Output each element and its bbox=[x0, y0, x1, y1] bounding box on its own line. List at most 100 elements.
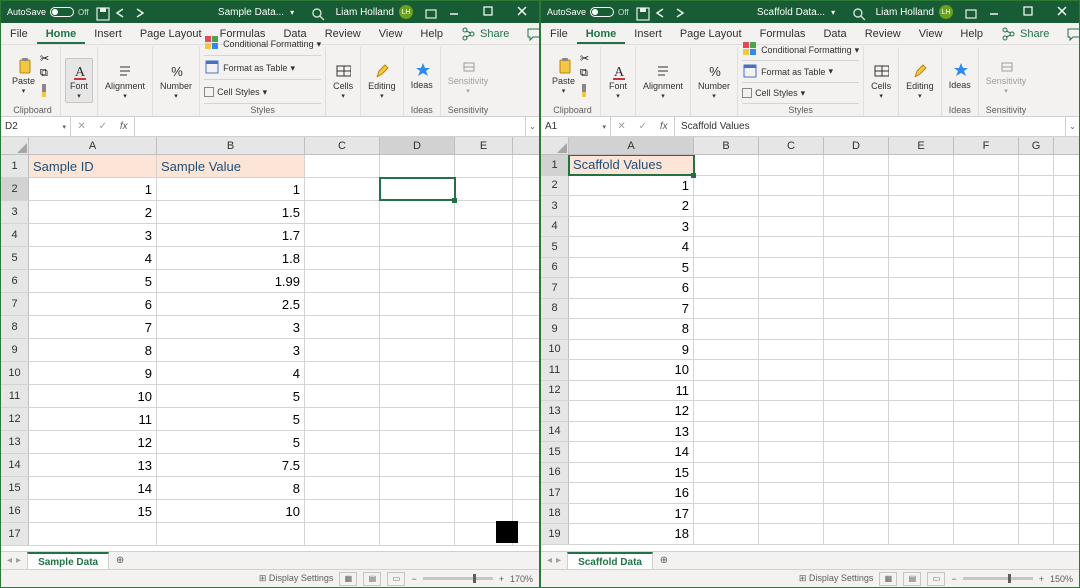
column-header-A[interactable]: A bbox=[29, 137, 157, 154]
cell-D7[interactable] bbox=[380, 293, 455, 315]
number-button[interactable]: %Number▾ bbox=[157, 59, 195, 103]
cell-E10[interactable] bbox=[889, 340, 954, 360]
cell-E5[interactable] bbox=[455, 247, 513, 269]
cell-C15[interactable] bbox=[305, 477, 380, 499]
normal-view-button[interactable]: ▦ bbox=[879, 572, 897, 586]
row-header-4[interactable]: 4 bbox=[541, 217, 569, 237]
cell-F4[interactable] bbox=[954, 217, 1019, 237]
cell-C9[interactable] bbox=[759, 319, 824, 339]
cell-E2[interactable] bbox=[455, 178, 513, 200]
ribbon-tab-help[interactable]: Help bbox=[951, 23, 992, 44]
sheet-tab-active[interactable]: Scaffold Data bbox=[567, 552, 653, 570]
cell-A1[interactable]: Scaffold Values bbox=[569, 155, 694, 175]
cell-A9[interactable]: 8 bbox=[569, 319, 694, 339]
cell-F5[interactable] bbox=[954, 237, 1019, 257]
cell-G13[interactable] bbox=[1019, 401, 1054, 421]
cell-A9[interactable]: 8 bbox=[29, 339, 157, 361]
zoom-slider[interactable] bbox=[423, 577, 493, 580]
row-header-16[interactable]: 16 bbox=[1, 500, 29, 522]
cell-C6[interactable] bbox=[305, 270, 380, 292]
sheet-nav-prev-icon[interactable]: ◂ bbox=[7, 555, 12, 566]
cell-C17[interactable] bbox=[759, 483, 824, 503]
cell-D19[interactable] bbox=[824, 524, 889, 544]
column-header-B[interactable]: B bbox=[157, 137, 305, 154]
cell-D6[interactable] bbox=[824, 258, 889, 278]
row-header-6[interactable]: 6 bbox=[1, 270, 29, 292]
cell-B15[interactable]: 8 bbox=[157, 477, 305, 499]
cell-G6[interactable] bbox=[1019, 258, 1054, 278]
row-header-16[interactable]: 16 bbox=[541, 463, 569, 483]
name-box[interactable]: D2▾ bbox=[1, 117, 71, 136]
row-header-19[interactable]: 19 bbox=[541, 524, 569, 544]
cell-D1[interactable] bbox=[824, 155, 889, 175]
cell-G12[interactable] bbox=[1019, 381, 1054, 401]
cell-A4[interactable]: 3 bbox=[569, 217, 694, 237]
zoom-level[interactable]: 150% bbox=[1050, 574, 1073, 584]
editing-button[interactable]: Editing▾ bbox=[903, 59, 937, 103]
add-sheet-button[interactable]: ⊕ bbox=[655, 552, 673, 570]
cells-button[interactable]: Cells▾ bbox=[330, 59, 356, 103]
cell-B3[interactable]: 1.5 bbox=[157, 201, 305, 223]
cell-D12[interactable] bbox=[380, 408, 455, 430]
copy-icon[interactable]: ⧉ bbox=[40, 67, 56, 80]
row-header-10[interactable]: 10 bbox=[1, 362, 29, 384]
row-header-6[interactable]: 6 bbox=[541, 258, 569, 278]
row-header-14[interactable]: 14 bbox=[541, 422, 569, 442]
cell-D9[interactable] bbox=[824, 319, 889, 339]
ideas-button[interactable]: Ideas bbox=[408, 58, 436, 93]
cell-E6[interactable] bbox=[455, 270, 513, 292]
cell-E15[interactable] bbox=[455, 477, 513, 499]
cell-B11[interactable]: 5 bbox=[157, 385, 305, 407]
cell-D5[interactable] bbox=[380, 247, 455, 269]
cell-D4[interactable] bbox=[824, 217, 889, 237]
row-header-4[interactable]: 4 bbox=[1, 224, 29, 246]
format-as-table-button[interactable]: Format as Table▾ bbox=[204, 57, 321, 80]
zoom-in-button[interactable]: + bbox=[499, 574, 504, 584]
column-header-A[interactable]: A bbox=[569, 137, 694, 154]
cell-E19[interactable] bbox=[889, 524, 954, 544]
cell-E18[interactable] bbox=[889, 504, 954, 524]
select-all-corner[interactable] bbox=[1, 137, 29, 154]
cell-F15[interactable] bbox=[954, 442, 1019, 462]
cell-A6[interactable]: 5 bbox=[29, 270, 157, 292]
cell-B12[interactable] bbox=[694, 381, 759, 401]
cell-C6[interactable] bbox=[759, 258, 824, 278]
cell-G7[interactable] bbox=[1019, 278, 1054, 298]
cell-A17[interactable]: 16 bbox=[569, 483, 694, 503]
enter-formula-icon[interactable]: ✓ bbox=[99, 121, 107, 132]
cell-B16[interactable] bbox=[694, 463, 759, 483]
cell-B7[interactable] bbox=[694, 278, 759, 298]
cell-F7[interactable] bbox=[954, 278, 1019, 298]
cell-D11[interactable] bbox=[380, 385, 455, 407]
cell-A10[interactable]: 9 bbox=[29, 362, 157, 384]
cell-E9[interactable] bbox=[889, 319, 954, 339]
sheet-nav-prev-icon[interactable]: ◂ bbox=[547, 555, 552, 566]
row-header-13[interactable]: 13 bbox=[1, 431, 29, 453]
ribbon-display-icon[interactable] bbox=[423, 6, 435, 18]
ribbon-tab-review[interactable]: Review bbox=[316, 23, 370, 44]
cell-D3[interactable] bbox=[824, 196, 889, 216]
cell-E16[interactable] bbox=[889, 463, 954, 483]
cell-F17[interactable] bbox=[954, 483, 1019, 503]
cell-C10[interactable] bbox=[305, 362, 380, 384]
cell-C1[interactable] bbox=[759, 155, 824, 175]
name-box[interactable]: A1▾ bbox=[541, 117, 611, 136]
cell-C3[interactable] bbox=[305, 201, 380, 223]
cell-A8[interactable]: 7 bbox=[569, 299, 694, 319]
cells-button[interactable]: Cells▾ bbox=[868, 59, 894, 103]
cell-C8[interactable] bbox=[305, 316, 380, 338]
cell-B18[interactable] bbox=[694, 504, 759, 524]
cell-D9[interactable] bbox=[380, 339, 455, 361]
cell-F14[interactable] bbox=[954, 422, 1019, 442]
display-settings-button[interactable]: ⊞ Display Settings bbox=[799, 573, 874, 584]
redo-icon[interactable] bbox=[671, 6, 683, 18]
add-sheet-button[interactable]: ⊕ bbox=[111, 552, 129, 570]
cell-E15[interactable] bbox=[889, 442, 954, 462]
editing-button[interactable]: Editing▾ bbox=[365, 59, 399, 103]
cell-D2[interactable] bbox=[380, 178, 455, 200]
cell-C1[interactable] bbox=[305, 155, 380, 177]
cell-E6[interactable] bbox=[889, 258, 954, 278]
row-header-12[interactable]: 12 bbox=[541, 381, 569, 401]
cell-D13[interactable] bbox=[380, 431, 455, 453]
row-header-17[interactable]: 17 bbox=[541, 483, 569, 503]
